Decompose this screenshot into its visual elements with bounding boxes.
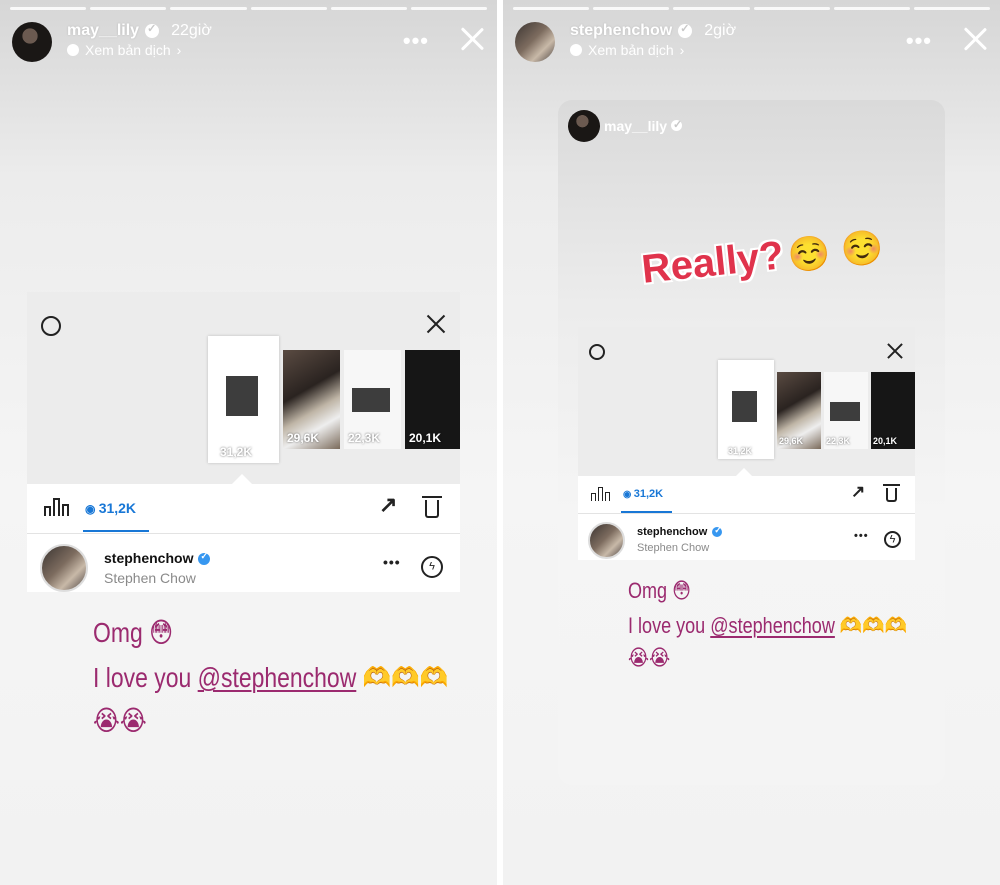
- translate-link[interactable]: Xem bản dịch ›: [67, 42, 181, 58]
- thumbnail-views: 22,3K: [826, 436, 851, 446]
- shared-story-username: may__lily: [604, 118, 682, 134]
- caption-text: I love you: [93, 662, 192, 693]
- story-thumbnail[interactable]: 22,3K: [344, 350, 401, 449]
- heart-hands-emoji: 🫶🫶🫶: [839, 614, 908, 639]
- translate-link[interactable]: Xem bản dịch ›: [570, 42, 684, 58]
- more-options-button[interactable]: •••: [906, 28, 932, 54]
- thumbnail-views: 22,3K: [348, 431, 381, 445]
- thumbnail-views: 31,2K: [220, 445, 253, 459]
- story-thumbnail[interactable]: 20,1K: [405, 350, 460, 449]
- smiling-emoji: ☺️ ☺️: [786, 226, 886, 277]
- viewer-avatar[interactable]: [40, 544, 88, 592]
- caption-line-2: I love you @stephenchow 🫶🫶🫶: [628, 613, 907, 639]
- flushed-emoji: 😳: [149, 616, 174, 649]
- trash-icon[interactable]: [422, 496, 442, 518]
- messenger-icon[interactable]: [421, 556, 443, 578]
- crying-emoji: 😭😭: [628, 646, 671, 671]
- verified-badge-icon: [678, 22, 693, 38]
- translate-label: Xem bản dịch: [85, 42, 171, 58]
- viewer-username[interactable]: stephenchow: [637, 525, 723, 538]
- messenger-icon[interactable]: [884, 531, 901, 548]
- viewer-full-name: Stephen Chow: [637, 542, 710, 554]
- avatar[interactable]: [12, 22, 52, 62]
- caption-line-1: Omg 😳: [93, 616, 173, 649]
- stats-row: 31,2K ↗: [27, 484, 460, 534]
- translate-label: Xem bản dịch: [588, 42, 674, 58]
- username[interactable]: may__lily: [67, 22, 139, 40]
- close-icon[interactable]: [887, 341, 901, 361]
- story-time: 2giờ: [704, 22, 737, 39]
- story-header: stephenchow 2giờ Xem bản dịch › •••: [515, 20, 990, 64]
- story-time: 22giờ: [171, 22, 212, 39]
- verified-badge-icon: [198, 551, 211, 566]
- story-progress-bar: [10, 7, 488, 10]
- mention-link[interactable]: @stephenchow: [198, 662, 357, 693]
- viewer-avatar[interactable]: [588, 522, 625, 559]
- verified-badge-icon: [670, 118, 682, 131]
- story-thumbnail[interactable]: 20,1K: [871, 372, 915, 449]
- caption-line-2: I love you @stephenchow 🫶🫶🫶: [93, 661, 448, 694]
- heart-hands-emoji: 🫶🫶🫶: [362, 661, 449, 694]
- insights-card: 31,2K 29,6K 22,3K 20,1K 31,2K ↗: [27, 292, 460, 592]
- username[interactable]: stephenchow: [570, 22, 672, 40]
- caption-text: I love you: [628, 613, 706, 638]
- bar-chart-icon[interactable]: [44, 498, 69, 516]
- thumbnail-views: 29,6K: [779, 436, 804, 446]
- verified-badge-icon: [145, 22, 160, 38]
- caption-text: Omg: [93, 617, 143, 648]
- trending-up-icon[interactable]: ↗: [379, 492, 397, 518]
- view-count[interactable]: 31,2K: [623, 488, 663, 500]
- viewer-more-button[interactable]: •••: [854, 530, 869, 542]
- viewer-username[interactable]: stephenchow: [104, 550, 211, 566]
- crying-emoji: 😭😭: [93, 704, 147, 737]
- brightness-icon[interactable]: [41, 316, 61, 336]
- brightness-icon[interactable]: [589, 344, 605, 360]
- verified-badge-icon: [712, 525, 723, 538]
- insights-thumbnail-area: 31,2K 29,6K 22,3K 20,1K: [578, 327, 915, 476]
- viewer-more-button[interactable]: •••: [383, 554, 401, 570]
- story-thumbnail[interactable]: 29,6K: [777, 372, 821, 449]
- right-story-panel: stephenchow 2giờ Xem bản dịch › ••• may_…: [503, 0, 1000, 885]
- caption-text: Omg: [628, 578, 668, 603]
- chevron-right-icon: ›: [679, 42, 685, 58]
- more-options-button[interactable]: •••: [403, 28, 429, 54]
- really-sticker: Really? ☺️ ☺️: [640, 223, 886, 293]
- thumbnail-views: 20,1K: [409, 431, 442, 445]
- story-thumbnail[interactable]: 31,2K: [208, 336, 279, 463]
- trash-icon[interactable]: [883, 484, 900, 502]
- shared-story-avatar: [568, 110, 600, 142]
- thumbnail-views: 31,2K: [728, 446, 753, 456]
- mention-link[interactable]: @stephenchow: [710, 613, 835, 638]
- view-count[interactable]: 31,2K: [85, 500, 136, 516]
- viewer-row[interactable]: stephenchow Stephen Chow •••: [27, 534, 460, 592]
- story-thumbnail[interactable]: 22,3K: [824, 372, 868, 449]
- close-icon[interactable]: [426, 312, 444, 336]
- viewer-row[interactable]: stephenchow Stephen Chow •••: [578, 514, 915, 560]
- sticker-text: Really?: [639, 233, 786, 292]
- bar-chart-icon[interactable]: [591, 487, 610, 501]
- flushed-emoji: 😳: [672, 579, 691, 604]
- story-progress-bar: [513, 7, 991, 10]
- shared-story-frame[interactable]: may__lily Really? ☺️ ☺️ 31,2K 29,6K 22,3…: [558, 100, 945, 785]
- caption-line-1: Omg 😳: [628, 578, 691, 604]
- stats-row: 31,2K ↗: [578, 476, 915, 514]
- story-header: may__lily 22giờ Xem bản dịch › •••: [12, 20, 487, 64]
- chevron-right-icon: ›: [176, 42, 182, 58]
- insights-card: 31,2K 29,6K 22,3K 20,1K 31,2K: [578, 327, 915, 560]
- left-story-panel: may__lily 22giờ Xem bản dịch › ••• 31,2K…: [0, 0, 497, 885]
- thumbnail-views: 20,1K: [873, 436, 898, 446]
- speech-bubble-icon: [570, 44, 582, 56]
- trending-up-icon[interactable]: ↗: [851, 482, 865, 502]
- thumbnail-views: 29,6K: [287, 431, 320, 445]
- story-thumbnail[interactable]: 31,2K: [718, 360, 774, 459]
- viewer-full-name: Stephen Chow: [104, 570, 196, 586]
- avatar[interactable]: [515, 22, 555, 62]
- insights-thumbnail-area: 31,2K 29,6K 22,3K 20,1K: [27, 292, 460, 484]
- close-icon[interactable]: [457, 24, 487, 54]
- speech-bubble-icon: [67, 44, 79, 56]
- story-thumbnail[interactable]: 29,6K: [283, 350, 340, 449]
- close-icon[interactable]: [960, 24, 990, 54]
